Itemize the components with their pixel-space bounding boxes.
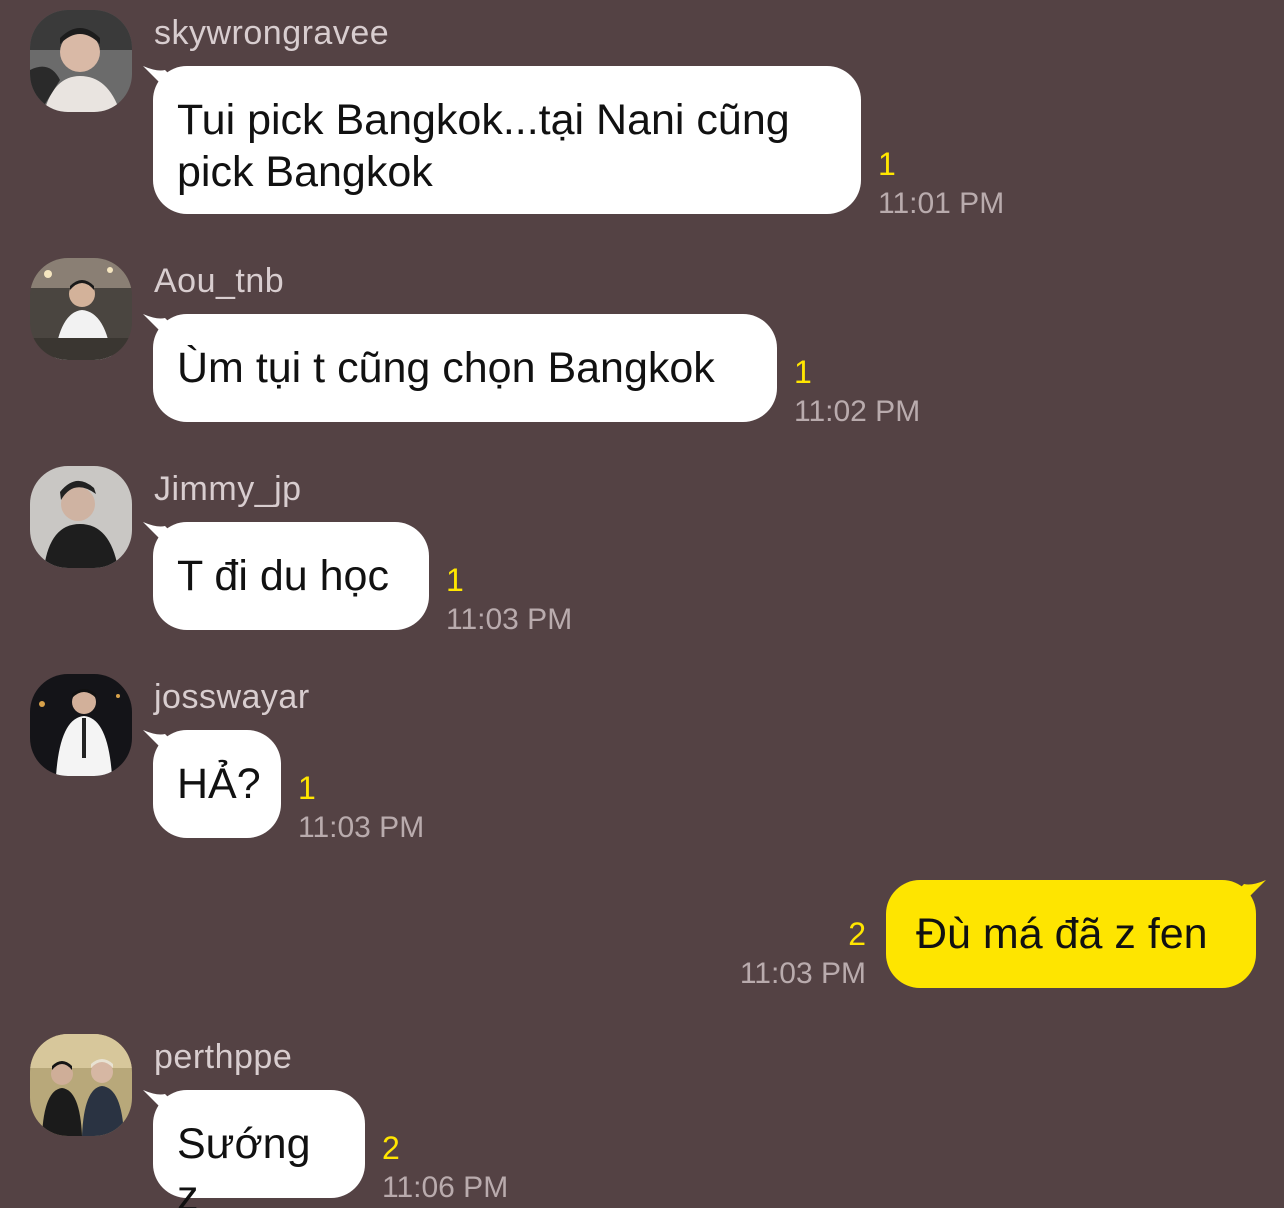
message-meta: 1 11:03 PM xyxy=(446,562,572,638)
bubble-tail-icon xyxy=(143,522,183,552)
avatar[interactable] xyxy=(30,466,132,568)
unread-count: 2 xyxy=(382,1130,400,1166)
message-meta: 2 11:06 PM xyxy=(382,1130,508,1206)
avatar[interactable] xyxy=(30,258,132,360)
unread-count: 1 xyxy=(298,770,316,806)
sender-name: josswayar xyxy=(154,678,310,716)
message-meta: 1 11:03 PM xyxy=(298,770,424,846)
message-bubble[interactable]: Đù má đã z fen xyxy=(886,880,1266,988)
profile-photo-icon xyxy=(30,466,132,568)
unread-count: 1 xyxy=(878,146,896,182)
sender-name: perthppe xyxy=(154,1038,293,1076)
bubble-tail-icon xyxy=(143,730,183,760)
avatar[interactable] xyxy=(30,10,132,112)
avatar[interactable] xyxy=(30,674,132,776)
message-meta: 2 11:03 PM xyxy=(740,916,866,992)
message-text: T đi du học xyxy=(177,552,389,600)
message-text: Tui pick Bangkok...tại Nani cũng pick Ba… xyxy=(177,96,802,196)
sender-name: skywrongravee xyxy=(154,14,390,52)
bubble-tail-icon xyxy=(1226,880,1266,910)
message-time: 11:02 PM xyxy=(794,395,921,428)
profile-photo-icon xyxy=(30,1034,132,1136)
avatar[interactable] xyxy=(30,1034,132,1136)
bubble-tail-icon xyxy=(143,1090,183,1120)
sender-name: Aou_tnb xyxy=(154,262,285,300)
message-bubble[interactable]: T đi du học xyxy=(143,522,429,630)
unread-count: 1 xyxy=(794,354,812,390)
sender-name: Jimmy_jp xyxy=(154,470,302,508)
profile-photo-icon xyxy=(30,10,132,112)
message-text: HẢ? xyxy=(177,760,261,808)
profile-photo-icon xyxy=(30,258,132,360)
message-meta: 1 11:02 PM xyxy=(794,354,920,430)
bubble-tail-icon xyxy=(143,314,183,344)
message-text: Đù má đã z fen xyxy=(916,910,1208,958)
chat-room: skywrongravee Tui pick Bangkok...tại Nan… xyxy=(0,0,1284,1208)
message-bubble[interactable]: Sướng z xyxy=(143,1090,365,1208)
message-text: Sướng z xyxy=(177,1120,323,1208)
message-bubble[interactable]: HẢ? xyxy=(143,730,281,838)
profile-photo-icon xyxy=(30,674,132,776)
message-time: 11:06 PM xyxy=(382,1171,509,1204)
message-text: Ùm tụi t cũng chọn Bangkok xyxy=(177,344,715,392)
message-meta: 1 11:01 PM xyxy=(878,146,1004,222)
message-bubble[interactable]: Ùm tụi t cũng chọn Bangkok xyxy=(143,314,777,422)
message-time: 11:03 PM xyxy=(739,957,866,990)
message-time: 11:03 PM xyxy=(446,603,573,636)
message-bubble[interactable]: Tui pick Bangkok...tại Nani cũng pick Ba… xyxy=(143,66,861,214)
message-time: 11:03 PM xyxy=(298,811,425,844)
unread-count: 2 xyxy=(848,916,866,952)
bubble-tail-icon xyxy=(143,66,183,96)
unread-count: 1 xyxy=(446,562,464,598)
message-time: 11:01 PM xyxy=(878,187,1005,220)
